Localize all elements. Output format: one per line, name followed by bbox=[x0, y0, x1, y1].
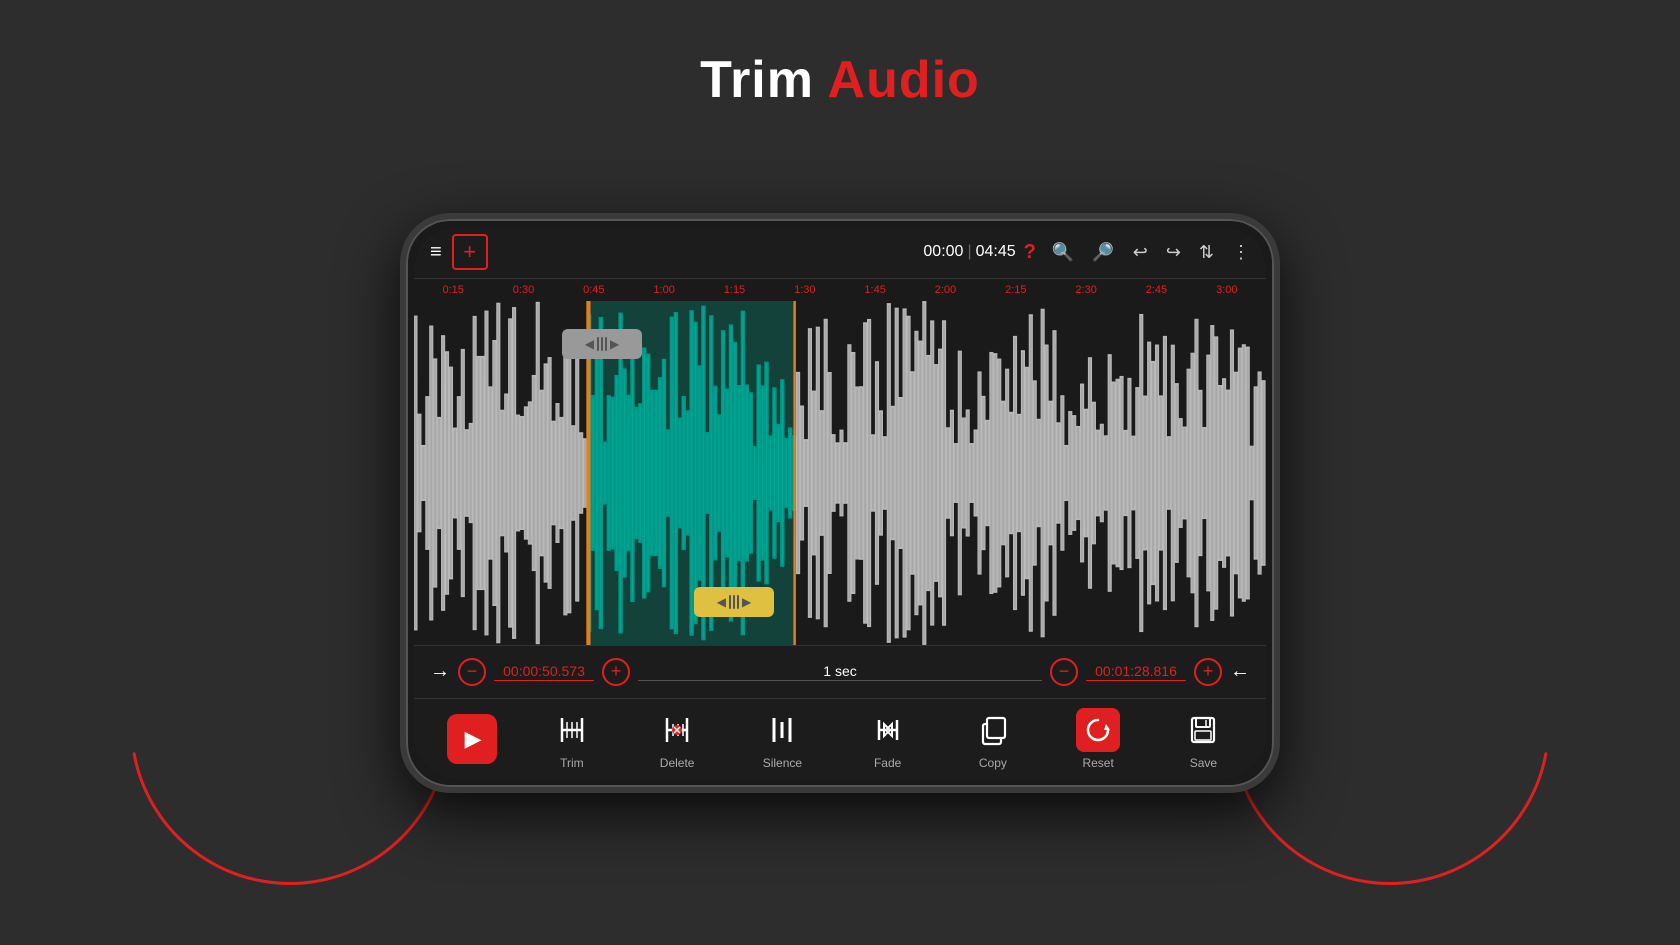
phone-screen: ≡ + 00:00 | 04:45 ? 🔍 🔍 ↩ ↪ ⇅ ⋮ 0:15 bbox=[414, 227, 1266, 779]
end-arrow-icon[interactable]: ← bbox=[1230, 660, 1250, 683]
waveform-container[interactable]: 0:15 0:30 0:45 1:00 1:15 1:30 1:45 2:00 … bbox=[414, 279, 1266, 645]
end-time-field[interactable]: 00:01:28.816 bbox=[1086, 663, 1186, 681]
start-arrow-icon[interactable]: → bbox=[430, 660, 450, 683]
start-minus-button[interactable]: − bbox=[458, 658, 486, 686]
top-icons: 🔍 🔍 ↩ ↪ ⇅ ⋮ bbox=[1052, 242, 1250, 263]
mark-5: 1:30 bbox=[794, 284, 815, 296]
handle-left-arrow: ◀ bbox=[585, 337, 594, 351]
zoom-in-icon[interactable]: 🔍 bbox=[1052, 242, 1074, 263]
delete-label: Delete bbox=[660, 756, 695, 770]
start-plus-button[interactable]: + bbox=[602, 658, 630, 686]
redo-icon[interactable]: ↪ bbox=[1166, 242, 1181, 263]
handle-bottom-left-arrow: ◀ bbox=[717, 595, 726, 609]
handle-bottom-right-arrow: ▶ bbox=[742, 595, 751, 609]
mark-6: 1:45 bbox=[864, 284, 885, 296]
mark-7: 2:00 bbox=[935, 284, 956, 296]
title-highlight: Audio bbox=[828, 51, 980, 109]
reset-tool-button[interactable]: Reset bbox=[1068, 708, 1128, 770]
save-tool-button[interactable]: Save bbox=[1173, 708, 1233, 770]
mark-4: 1:15 bbox=[724, 284, 745, 296]
menu-icon[interactable]: ≡ bbox=[430, 241, 442, 264]
mark-3: 1:00 bbox=[653, 284, 674, 296]
trim-label: Trim bbox=[560, 756, 584, 770]
side-button-left bbox=[400, 419, 402, 479]
end-minus-button[interactable]: − bbox=[1050, 658, 1078, 686]
save-label: Save bbox=[1190, 756, 1217, 770]
help-button[interactable]: ? bbox=[1024, 241, 1036, 264]
save-icon bbox=[1181, 708, 1225, 752]
time-total: 04:45 bbox=[976, 243, 1016, 261]
time-current: 00:00 bbox=[923, 243, 963, 261]
handle-lines bbox=[597, 337, 607, 351]
sort-icon[interactable]: ⇅ bbox=[1199, 242, 1214, 263]
add-button[interactable]: + bbox=[452, 234, 488, 270]
reset-icon bbox=[1076, 708, 1120, 752]
play-icon: ▶ bbox=[465, 726, 482, 752]
fade-label: Fade bbox=[874, 756, 901, 770]
trim-handle-top[interactable]: ◀ ▶ bbox=[562, 329, 642, 359]
time-display: 00:00 | 04:45 bbox=[923, 243, 1015, 261]
mark-2: 0:45 bbox=[583, 284, 604, 296]
waveform-svg: // Generated via JS below bbox=[414, 301, 1266, 645]
title-normal: Trim bbox=[700, 51, 827, 109]
fade-icon bbox=[866, 708, 910, 752]
more-icon[interactable]: ⋮ bbox=[1232, 242, 1250, 263]
trim-tool-button[interactable]: Trim bbox=[542, 708, 602, 770]
handle-bottom-lines bbox=[729, 595, 739, 609]
copy-icon bbox=[971, 708, 1015, 752]
trim-handle-bottom[interactable]: ◀ ▶ bbox=[694, 587, 774, 617]
waveform-area[interactable]: // Generated via JS below bbox=[414, 301, 1266, 645]
top-bar: ≡ + 00:00 | 04:45 ? 🔍 🔍 ↩ ↪ ⇅ ⋮ bbox=[414, 227, 1266, 279]
toolbar: ▶ Trim bbox=[414, 699, 1266, 779]
handle-right-arrow: ▶ bbox=[610, 337, 619, 351]
page-title: Trim Audio bbox=[700, 50, 980, 110]
mark-9: 2:30 bbox=[1075, 284, 1096, 296]
mark-8: 2:15 bbox=[1005, 284, 1026, 296]
silence-tool-button[interactable]: Silence bbox=[752, 708, 812, 770]
silence-label: Silence bbox=[763, 756, 802, 770]
delete-tool-button[interactable]: Delete bbox=[647, 708, 707, 770]
delete-icon bbox=[655, 708, 699, 752]
silence-icon bbox=[760, 708, 804, 752]
mark-10: 2:45 bbox=[1146, 284, 1167, 296]
fade-tool-button[interactable]: Fade bbox=[858, 708, 918, 770]
copy-tool-button[interactable]: Copy bbox=[963, 708, 1023, 770]
undo-icon[interactable]: ↩ bbox=[1133, 242, 1148, 263]
play-button[interactable]: ▶ bbox=[447, 714, 497, 764]
end-plus-button[interactable]: + bbox=[1194, 658, 1222, 686]
step-label: 1 sec bbox=[638, 663, 1042, 681]
zoom-out-icon[interactable]: 🔍 bbox=[1092, 242, 1114, 263]
reset-label: Reset bbox=[1082, 756, 1113, 770]
phone-frame: ≡ + 00:00 | 04:45 ? 🔍 🔍 ↩ ↪ ⇅ ⋮ 0:15 bbox=[400, 213, 1280, 793]
start-time-field[interactable]: 00:00:50.573 bbox=[494, 663, 594, 681]
trim-icon bbox=[550, 708, 594, 752]
copy-label: Copy bbox=[979, 756, 1007, 770]
mark-0: 0:15 bbox=[442, 284, 463, 296]
mark-11: 3:00 bbox=[1216, 284, 1237, 296]
controls-bar: → − 00:00:50.573 + 1 sec − 00:01:28.816 … bbox=[414, 645, 1266, 699]
side-button-right bbox=[1278, 399, 1280, 439]
timeline: 0:15 0:30 0:45 1:00 1:15 1:30 1:45 2:00 … bbox=[414, 279, 1266, 301]
mark-1: 0:30 bbox=[513, 284, 534, 296]
timeline-marks: 0:15 0:30 0:45 1:00 1:15 1:30 1:45 2:00 … bbox=[418, 284, 1262, 296]
